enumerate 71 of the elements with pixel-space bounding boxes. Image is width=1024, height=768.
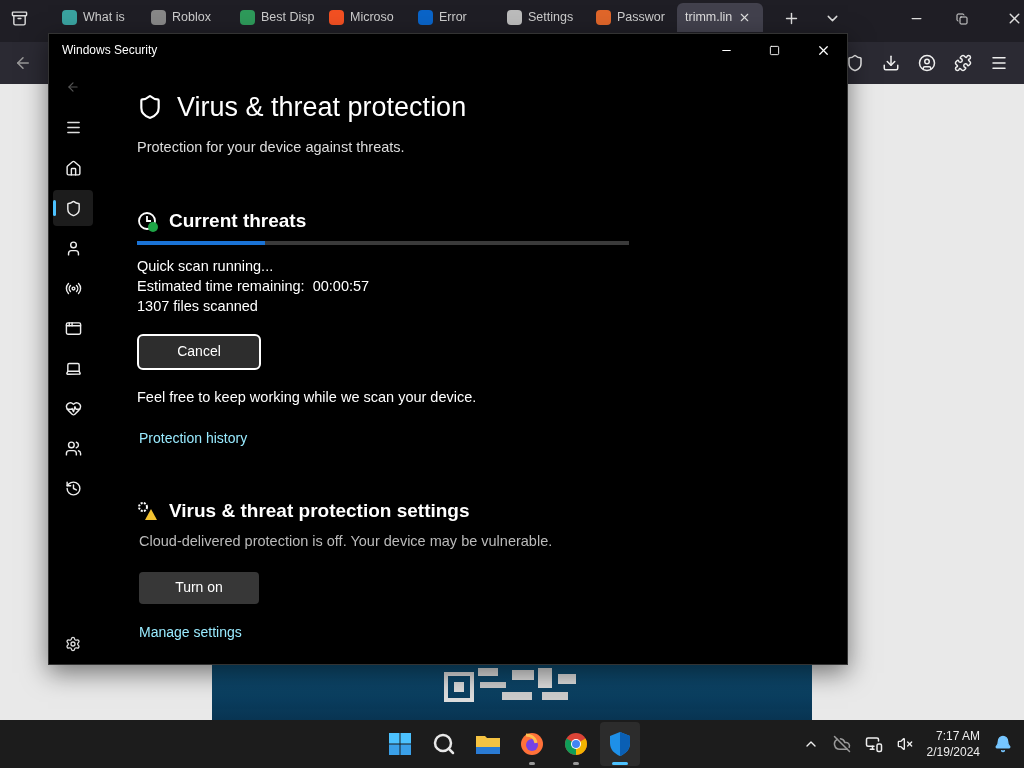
fox-globe-icon (520, 732, 544, 756)
tab-title: Error (439, 9, 467, 27)
nav-item[interactable] (53, 190, 93, 226)
tab-title: Microso (350, 9, 394, 27)
browser-tab[interactable]: Roblox (143, 3, 232, 32)
people-icon (64, 439, 82, 457)
site-icon (418, 10, 433, 25)
tab-title: Best Disp (261, 9, 315, 27)
clock-check-icon (137, 210, 159, 233)
shield-icon (64, 199, 82, 217)
browser-tab[interactable]: Settings (499, 3, 588, 32)
new-tab-icon[interactable] (783, 10, 800, 27)
restore-icon[interactable] (956, 13, 968, 25)
tab-title: Roblox (172, 9, 211, 27)
search-icon (432, 732, 456, 756)
tab-title: Settings (528, 9, 574, 27)
browser-tab[interactable]: trimm.lin (677, 3, 763, 32)
site-icon (151, 10, 166, 25)
tab-title: Passwor (617, 9, 665, 27)
account-icon[interactable] (918, 54, 936, 72)
tab-list-icon[interactable] (11, 10, 28, 27)
shield-icon (608, 731, 632, 757)
speaker-muted-icon[interactable] (896, 736, 913, 752)
page-title: Virus & threat protection (177, 91, 467, 124)
folder-icon (475, 733, 501, 755)
warning-text: Cloud-delivered protection is off. Your device may be vulnerable. (139, 532, 554, 551)
window-icon (64, 319, 82, 337)
notification-bell-icon[interactable] (994, 735, 1012, 753)
download-icon[interactable] (882, 54, 900, 72)
browser-tab[interactable]: Passwor (588, 3, 677, 32)
history-icon (64, 479, 82, 497)
settings-icon[interactable] (65, 636, 81, 652)
info-text: Feel free to keep working while we scan your device. (137, 387, 478, 407)
scan-status-text: 1307 files scanned (137, 296, 259, 316)
chrome-ball-icon (564, 732, 588, 756)
browser-tab[interactable]: Best Disp (232, 3, 321, 32)
cloud-off-icon[interactable] (832, 735, 851, 753)
back-icon[interactable] (14, 54, 32, 72)
tab-title: What is (83, 9, 125, 27)
heart-pulse-icon (64, 399, 82, 417)
scan-status-text: Quick scan running... (137, 256, 275, 276)
shield-icon (137, 94, 163, 121)
site-icon (507, 10, 522, 25)
gear-warning-icon (137, 500, 159, 521)
clock[interactable]: 7:17 AM 2/19/2024 (926, 728, 980, 760)
cancel-button[interactable]: Cancel (137, 333, 261, 370)
window-title: Windows Security (62, 42, 158, 59)
site-icon (596, 10, 611, 25)
page-subtitle: Protection for your device against threats. (137, 137, 406, 157)
turn-on-button[interactable]: Turn on (139, 571, 259, 604)
section-heading: Virus & threat protection settings (169, 498, 470, 523)
site-icon (62, 10, 77, 25)
extensions-icon[interactable] (954, 54, 972, 72)
browser-tab[interactable]: Microso (321, 3, 410, 32)
tab-title: trimm.lin (685, 9, 733, 27)
scan-status-text: Estimated time remaining: 00:00:57 (137, 276, 371, 296)
windows-logo-icon (388, 732, 412, 756)
site-icon (329, 10, 344, 25)
menu-icon[interactable] (990, 54, 1008, 72)
network-icon[interactable] (864, 735, 883, 753)
browser-tab[interactable]: What is (54, 3, 143, 32)
taskbar-app[interactable] (600, 722, 640, 766)
browser-tab[interactable]: Error (410, 3, 499, 32)
site-icon (240, 10, 255, 25)
home-icon (64, 159, 82, 177)
protection-history-link[interactable]: Protection history (139, 427, 629, 449)
section-heading: Current threats (169, 209, 307, 234)
back-icon[interactable] (66, 80, 80, 94)
menu-icon[interactable] (64, 119, 82, 136)
maximize-icon[interactable] (769, 44, 780, 56)
manage-settings-link[interactable]: Manage settings (139, 621, 629, 643)
